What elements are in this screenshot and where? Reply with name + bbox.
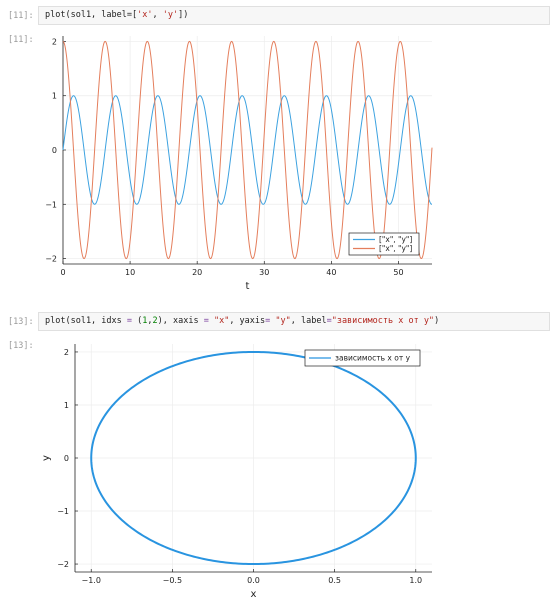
legend-label: зависимость x от y [335, 354, 411, 363]
x-tick-label: −0.5 [163, 576, 182, 585]
x-tick-label: 0.5 [328, 576, 341, 585]
y-tick-label: −2 [57, 560, 69, 569]
y-tick-label: 2 [64, 348, 69, 357]
y-axis-title: y [41, 455, 52, 461]
notebook: [11]: plot(sol1, label=['x', 'y']) [11]:… [0, 0, 552, 615]
x-tick-label: −1.0 [82, 576, 101, 585]
x-tick-label: 0.0 [247, 576, 260, 585]
x-tick-label: 1.0 [409, 576, 422, 585]
y-tick-label: 0 [64, 454, 69, 463]
y-tick-label: 1 [64, 401, 69, 410]
y-tick-label: −1 [57, 507, 69, 516]
x-axis-title: x [251, 589, 257, 600]
phase-plot: −1.0 −0.5 0.0 0.5 1.0 −2 −1 0 1 2 x y зависимость x … [41, 344, 432, 600]
